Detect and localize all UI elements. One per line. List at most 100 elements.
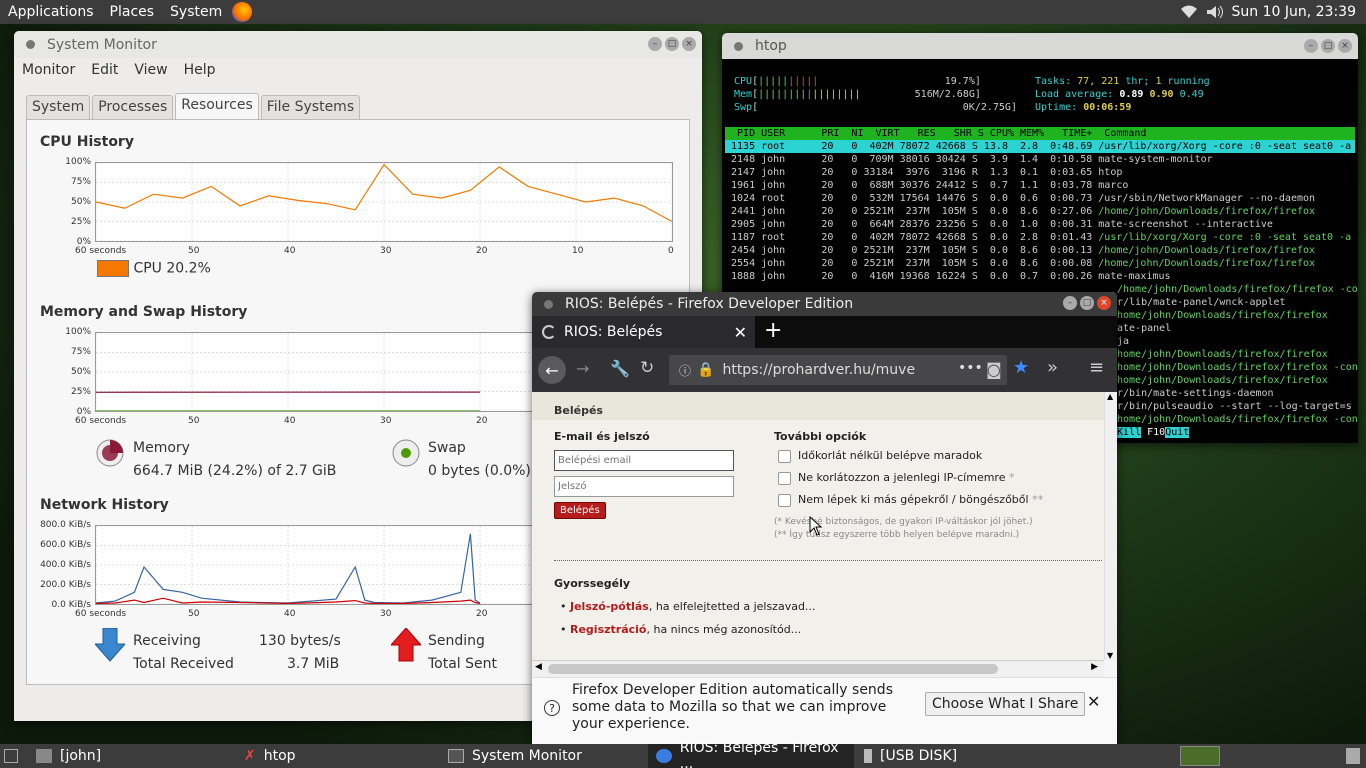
process-row-command[interactable]: r/bin/mate-settings-daemon [1117,387,1274,400]
menu-edit[interactable]: Edit [83,62,126,78]
close-icon[interactable]: × [682,37,696,51]
register-link[interactable]: Regisztráció [570,623,646,636]
new-tab-icon[interactable]: + [764,318,782,343]
memory-label: Memory [133,440,190,456]
login-button[interactable]: Belépés [554,502,606,519]
htop-titlebar[interactable]: htop – □ × [722,33,1358,59]
process-row-command[interactable]: r/lib/mate-panel/wnck-applet [1117,296,1286,309]
process-row[interactable]: 1135 root 20 0 402M 78072 42668 S 13.8 2… [725,140,1355,153]
taskbar-item-firefox[interactable]: RIOS: Belépés - Firefox ... [648,740,854,768]
menu-help[interactable]: Help [176,62,224,78]
vertical-scrollbar[interactable]: ▲ ▼ [1104,392,1117,660]
show-desktop-icon[interactable] [4,749,18,763]
process-row[interactable]: 2441 john 20 0 2521M 237M 105M S 0.0 8.6… [725,205,1315,218]
hamburger-menu-icon[interactable]: ≡ [1089,357,1104,378]
page-actions-icon[interactable]: ••• [958,360,983,376]
overflow-icon[interactable]: » [1047,357,1058,378]
password-input[interactable] [554,476,734,497]
horizontal-scrollbar[interactable]: ◀ ▶ [532,660,1104,677]
password-reset-link[interactable]: Jelszó-pótlás [570,600,649,613]
tab-resources[interactable]: Resources [175,93,259,119]
menu-monitor[interactable]: Monitor [14,62,83,78]
process-row-command[interactable]: r/bin/pulseaudio --start --log-target=s [1117,400,1352,413]
checkbox-stay-other[interactable] [778,494,791,507]
firefox-launcher-icon[interactable] [232,2,253,22]
menu-view[interactable]: View [126,62,175,78]
choose-what-i-share-button[interactable]: Choose What I Share [925,692,1086,716]
applications-menu[interactable]: Applications [0,4,102,20]
reload-icon[interactable]: ↻ [640,358,654,378]
scroll-left-icon[interactable]: ◀ [535,662,542,672]
swap-pie-icon[interactable] [391,438,421,468]
url-text[interactable]: https://prohardver.hu/muve [722,362,915,378]
trash-icon[interactable] [1346,748,1360,764]
process-row-command[interactable]: home/john/Downloads/firefox/firefox [1117,374,1328,387]
forward-icon[interactable]: → [576,359,589,378]
process-row[interactable]: 2554 john 20 0 2521M 237M 105M S 0.0 8.6… [725,257,1315,270]
checkbox-no-timeout[interactable] [778,450,791,463]
process-row-command[interactable]: ja [1117,335,1129,348]
pocket-icon[interactable]: ◙ [986,360,1002,379]
wifi-icon[interactable] [1180,5,1198,19]
scroll-right-icon[interactable]: ▶ [1091,662,1098,672]
process-row[interactable]: 1024 root 20 0 532M 17564 14476 S 0.0 0.… [725,192,1315,205]
bookmark-star-icon[interactable]: ★ [1013,357,1029,378]
tab-processes[interactable]: Processes [92,95,174,119]
back-icon[interactable]: ← [538,356,566,384]
email-input[interactable] [554,450,734,471]
close-icon[interactable]: × [1338,39,1352,53]
places-menu[interactable]: Places [102,4,163,20]
minimize-icon[interactable]: – [1304,39,1318,53]
maximize-icon[interactable]: □ [1080,296,1094,310]
firefox-titlebar[interactable]: RIOS: Belépés - Firefox Developer Editio… [532,292,1117,316]
workspace-switcher[interactable] [1180,746,1220,766]
taskbar-item-htop[interactable]: ✗ htop [236,744,436,768]
process-row-command[interactable]: /home/john/Downloads/firefox/firefox -co… [1117,283,1358,296]
tab-system[interactable]: System [26,95,91,119]
process-row[interactable]: 2148 john 20 0 709M 38016 30424 S 3.9 1.… [725,153,1213,166]
clock[interactable]: Sun 10 Jun, 23:39 [1232,4,1356,20]
volume-icon[interactable] [1206,5,1224,19]
taskbar-item-usb[interactable]: [USB DISK] [856,744,1056,768]
maximize-icon[interactable]: □ [1321,39,1335,53]
tab-file-systems[interactable]: File Systems [260,95,361,119]
process-row[interactable]: 1187 root 20 0 402M 78072 42668 S 0.0 2.… [725,231,1351,244]
system-monitor-titlebar[interactable]: System Monitor – □ × [14,31,702,58]
checkbox-no-ip-restrict[interactable] [778,472,791,485]
process-row-command[interactable]: home/john/Downloads/firefox/firefox [1117,348,1328,361]
receiving-arrow-icon[interactable] [95,628,125,662]
browser-tab[interactable]: RIOS: Belépés ✕ [532,316,755,348]
minimize-icon[interactable]: – [648,37,662,51]
process-row-command[interactable]: home/john/Downloads/firefox/firefox -con… [1117,361,1358,374]
window-menu-icon[interactable] [544,299,553,309]
window-title: System Monitor [47,36,157,53]
cpu-color-swatch[interactable] [97,260,129,277]
scroll-up-icon[interactable]: ▲ [1107,392,1113,401]
process-row[interactable]: 1888 john 20 0 416M 19368 16224 S 0.0 0.… [725,270,1171,283]
scrollbar-thumb[interactable] [548,664,998,674]
process-row-command[interactable]: home/john/Downloads/firefox/firefox [1117,309,1328,322]
memory-pie-icon[interactable] [95,438,125,468]
process-row-command[interactable]: home/john/Downloads/firefox/firefox -con… [1117,413,1358,426]
window-menu-icon[interactable] [734,41,743,51]
process-row-command[interactable]: ate-panel [1117,322,1171,335]
process-row[interactable]: 2905 john 20 0 664M 28376 23256 S 0.0 1.… [725,218,1273,231]
scroll-down-icon[interactable]: ▼ [1107,651,1113,660]
wrench-icon[interactable]: 🔧 [610,359,630,378]
tab-close-icon[interactable]: ✕ [734,323,747,342]
system-menu[interactable]: System [162,4,230,20]
taskbar-item-system-monitor[interactable]: System Monitor [440,744,645,768]
taskbar-item-files[interactable]: [john] [28,744,228,768]
process-row[interactable]: 2147 john 20 0 33184 3976 3196 R 1.3 0.1… [725,166,1122,179]
url-bar[interactable]: ⓘ 🔒 https://prohardver.hu/muve [669,355,1007,385]
process-row[interactable]: 1961 john 20 0 688M 30376 24412 S 0.7 1.… [725,179,1128,192]
process-row[interactable]: 2454 john 20 0 2521M 237M 105M S 0.0 8.6… [725,244,1315,257]
window-menu-icon[interactable] [26,40,35,49]
process-table-header[interactable]: PID USER PRI NI VIRT RES SHR S CPU% MEM%… [725,127,1355,140]
maximize-icon[interactable]: □ [665,37,679,51]
sending-arrow-icon[interactable] [391,628,421,662]
info-icon[interactable]: ⓘ [679,362,691,379]
minimize-icon[interactable]: – [1063,296,1077,310]
notice-close-icon[interactable]: ✕ [1087,692,1100,711]
close-icon[interactable]: × [1097,296,1111,310]
